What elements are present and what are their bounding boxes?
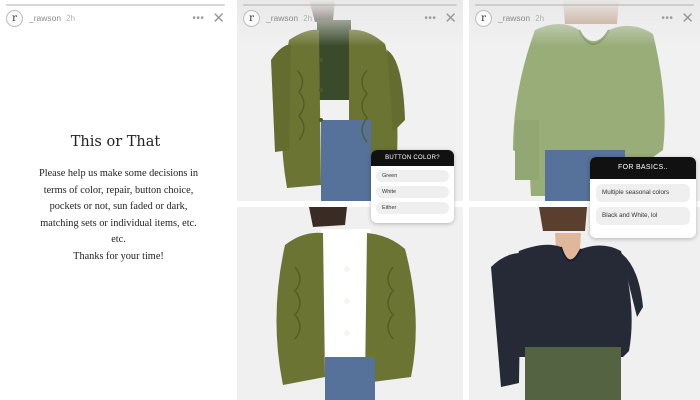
- poll-sticker: FOR BASICS.. Multiple seasonal colors Bl…: [590, 157, 696, 238]
- more-dots-icon[interactable]: •••: [192, 13, 204, 24]
- story-body: Please help us make some decisions in te…: [39, 168, 198, 245]
- more-dots-icon[interactable]: •••: [424, 13, 436, 24]
- story-title: This or That: [70, 134, 161, 150]
- story-panel-basics[interactable]: r _rawson 2h ••• ✕ FOR BASICS.. Multiple…: [469, 0, 700, 400]
- story-panel-intro[interactable]: r _rawson 2h ••• ✕ This or That Please h…: [0, 0, 231, 400]
- story-panel-button-color[interactable]: r _rawson 2h ••• ✕ BUTTON COLOR? Green W…: [237, 0, 463, 400]
- post-time: 2h: [66, 13, 76, 23]
- stories-viewer: r _rawson 2h ••• ✕ This or That Please h…: [0, 0, 700, 400]
- username[interactable]: _rawson: [498, 13, 530, 23]
- poll-question: BUTTON COLOR?: [371, 150, 454, 166]
- username[interactable]: _rawson: [29, 13, 61, 23]
- story-thanks: Thanks for your time!: [73, 250, 164, 262]
- photo-jacket-white-buttons: [237, 207, 463, 400]
- close-icon[interactable]: ✕: [681, 11, 694, 26]
- avatar[interactable]: r: [6, 9, 23, 27]
- poll-option[interactable]: Multiple seasonal colors: [596, 184, 690, 202]
- poll-sticker: BUTTON COLOR? Green White Either: [371, 150, 454, 223]
- poll-option[interactable]: Either: [376, 202, 449, 214]
- story-progress-bar: [6, 4, 225, 6]
- poll-option[interactable]: Black and White, lol: [596, 207, 690, 225]
- close-icon[interactable]: ✕: [212, 11, 225, 26]
- poll-question: FOR BASICS..: [590, 157, 696, 179]
- poll-option[interactable]: White: [376, 186, 449, 198]
- poll-option[interactable]: Green: [376, 170, 449, 182]
- story-progress-bar: [475, 4, 694, 6]
- avatar[interactable]: r: [243, 9, 260, 27]
- post-time: 2h: [303, 13, 313, 23]
- story-header: r _rawson 2h ••• ✕: [6, 9, 225, 27]
- story-body-text: Please help us make some decisions in te…: [34, 166, 203, 265]
- avatar[interactable]: r: [475, 9, 492, 27]
- story-progress-bar: [243, 4, 457, 6]
- story-header: r _rawson 2h ••• ✕: [243, 9, 457, 27]
- close-icon[interactable]: ✕: [444, 11, 457, 26]
- more-dots-icon[interactable]: •••: [661, 13, 673, 24]
- username[interactable]: _rawson: [266, 13, 298, 23]
- post-time: 2h: [535, 13, 545, 23]
- story-header: r _rawson 2h ••• ✕: [475, 9, 694, 27]
